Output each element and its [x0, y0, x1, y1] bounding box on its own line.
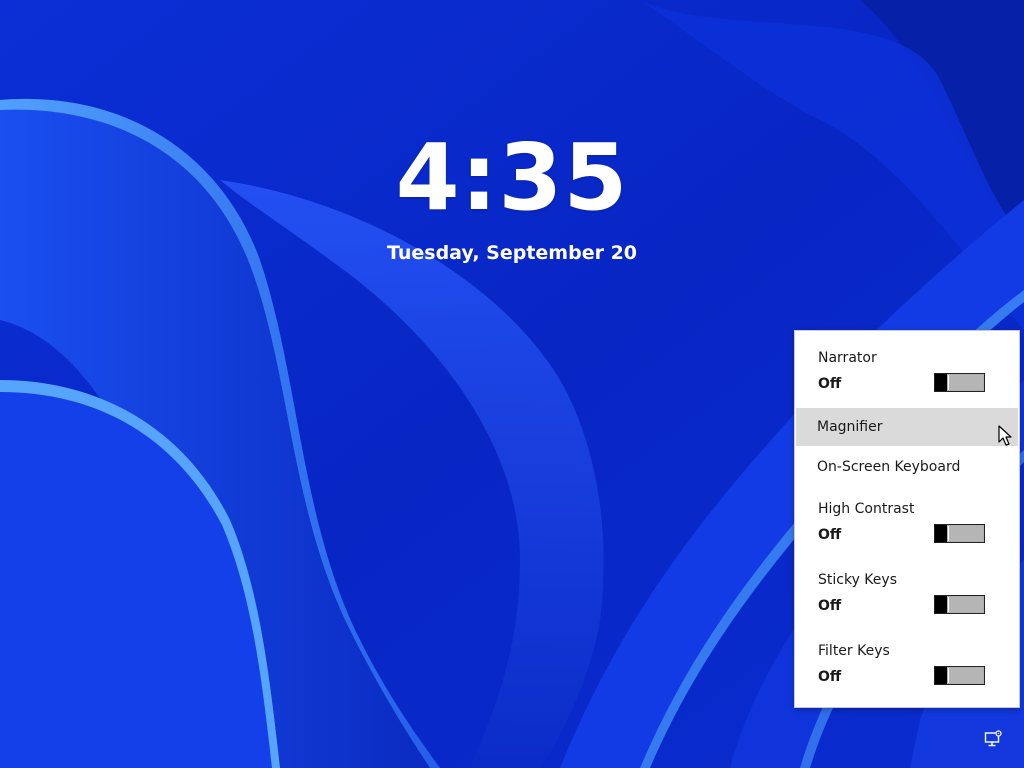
narrator-state: Off: [818, 376, 842, 392]
high-contrast-item[interactable]: High Contrast Off: [795, 500, 1019, 543]
high-contrast-state: Off: [818, 527, 842, 543]
narrator-item[interactable]: Narrator Off: [795, 349, 1019, 392]
filter-keys-toggle[interactable]: [934, 666, 985, 685]
on-screen-keyboard-item[interactable]: On-Screen Keyboard: [796, 448, 1018, 486]
ease-of-access-icon[interactable]: [984, 730, 1002, 748]
toggle-thumb: [935, 525, 947, 542]
filter-keys-state: Off: [818, 669, 842, 685]
high-contrast-toggle[interactable]: [934, 524, 985, 543]
magnifier-item[interactable]: Magnifier: [796, 408, 1018, 446]
sticky-keys-item[interactable]: Sticky Keys Off: [795, 571, 1019, 614]
lock-screen-time: 4:35: [395, 124, 629, 231]
mouse-pointer-icon: [998, 425, 1012, 446]
high-contrast-label: High Contrast: [818, 501, 915, 517]
toggle-thumb: [935, 596, 947, 613]
toggle-thumb: [935, 374, 947, 391]
narrator-label: Narrator: [818, 350, 877, 366]
narrator-toggle[interactable]: [934, 373, 985, 392]
filter-keys-item[interactable]: Filter Keys Off: [795, 642, 1019, 685]
ease-of-access-menu: Narrator Off Magnifier On-Screen Keyboar…: [794, 330, 1020, 708]
sticky-keys-state: Off: [818, 598, 842, 614]
filter-keys-label: Filter Keys: [818, 643, 890, 659]
lock-screen: 4:35 Tuesday, September 20 Narrator Off …: [0, 0, 1024, 768]
sticky-keys-toggle[interactable]: [934, 595, 985, 614]
toggle-thumb: [935, 667, 947, 684]
sticky-keys-label: Sticky Keys: [818, 572, 897, 588]
lock-screen-date: Tuesday, September 20: [386, 242, 638, 264]
